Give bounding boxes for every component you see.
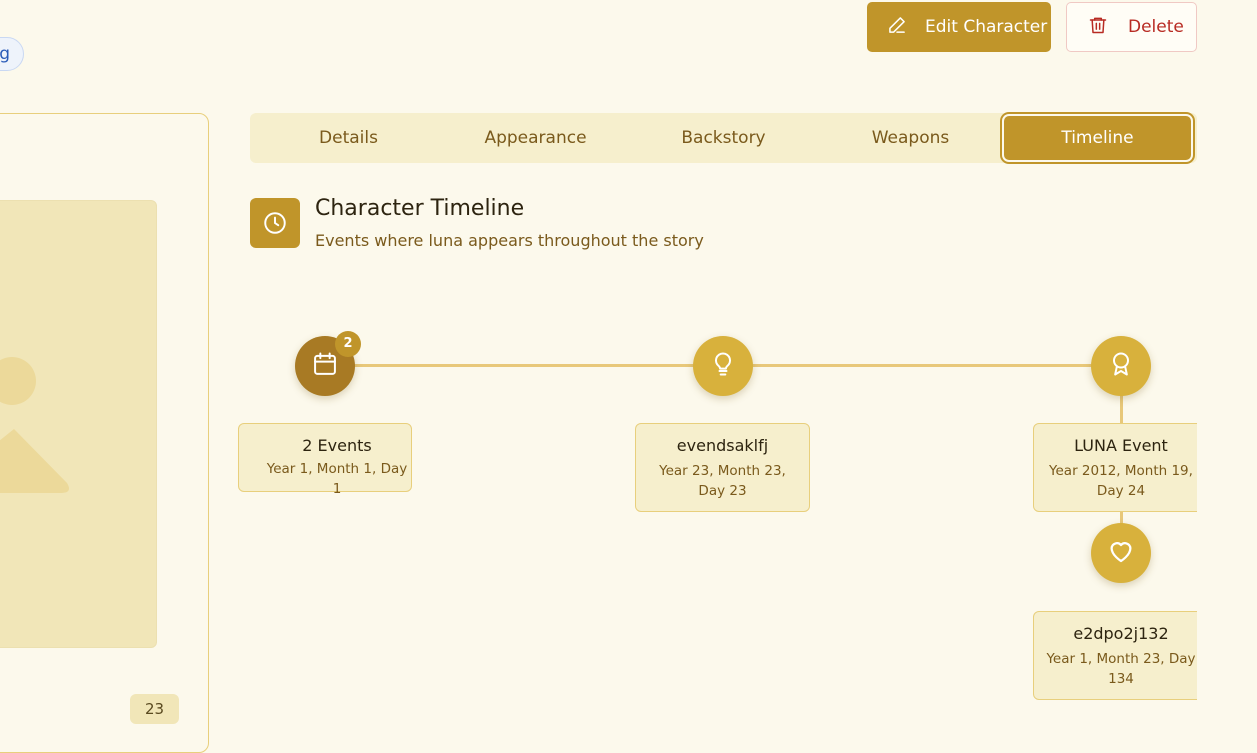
timeline-node-4[interactable] — [1091, 523, 1151, 583]
event-date: Year 1, Month 23, Day 134 — [1046, 651, 1196, 687]
pencil-icon — [887, 15, 907, 40]
event-date: Year 23, Month 23, Day 23 — [659, 463, 786, 499]
tab-details[interactable]: Details — [255, 113, 442, 163]
tab-backstory[interactable]: Backstory — [630, 113, 817, 163]
event-card-3[interactable]: LUNA Event Year 2012, Month 19, Day 24 — [1033, 423, 1209, 512]
event-date: Year 1, Month 1, Day 1 — [266, 461, 408, 497]
edit-character-label: Edit Character — [925, 17, 1048, 37]
count-badge: 23 — [130, 694, 179, 724]
clock-icon — [250, 198, 300, 248]
event-date: Year 2012, Month 19, Day 24 — [1049, 463, 1193, 499]
event-card-2[interactable]: evendsaklfj Year 23, Month 23, Day 23 — [635, 423, 810, 512]
heart-icon — [1106, 536, 1136, 570]
event-count-badge: 2 — [335, 331, 361, 357]
event-card-4[interactable]: e2dpo2j132 Year 1, Month 23, Day 134 — [1033, 611, 1209, 700]
tab-bar: Details Appearance Backstory Weapons Tim… — [250, 113, 1197, 163]
event-title: 2 Events — [302, 436, 372, 455]
timeline-subtitle: Events where luna appears throughout the… — [315, 231, 704, 250]
tab-weapons[interactable]: Weapons — [817, 113, 1004, 163]
edit-character-button[interactable]: Edit Character — [867, 2, 1051, 52]
timeline-title: Character Timeline — [315, 196, 525, 221]
calendar-icon — [311, 350, 339, 382]
event-title: LUNA Event — [1074, 436, 1168, 455]
delete-label: Delete — [1128, 17, 1184, 37]
timeline-node-2[interactable] — [693, 336, 753, 396]
content-edge — [1197, 410, 1257, 713]
tab-timeline[interactable]: Timeline — [1004, 116, 1191, 160]
award-icon — [1107, 350, 1135, 382]
event-title: evendsaklfj — [676, 436, 769, 455]
character-image-placeholder — [0, 200, 157, 648]
lightbulb-icon — [709, 350, 737, 382]
trash-icon — [1088, 14, 1108, 41]
event-card-1[interactable]: 2 Events Year 1, Month 1, Day 1 — [238, 423, 412, 497]
timeline-node-3[interactable] — [1091, 336, 1151, 396]
tag-chip[interactable]: g — [0, 37, 24, 71]
tab-appearance[interactable]: Appearance — [442, 113, 629, 163]
image-placeholder-icon — [0, 357, 69, 493]
event-title: e2dpo2j132 — [1073, 624, 1169, 643]
delete-button[interactable]: Delete — [1066, 2, 1197, 52]
